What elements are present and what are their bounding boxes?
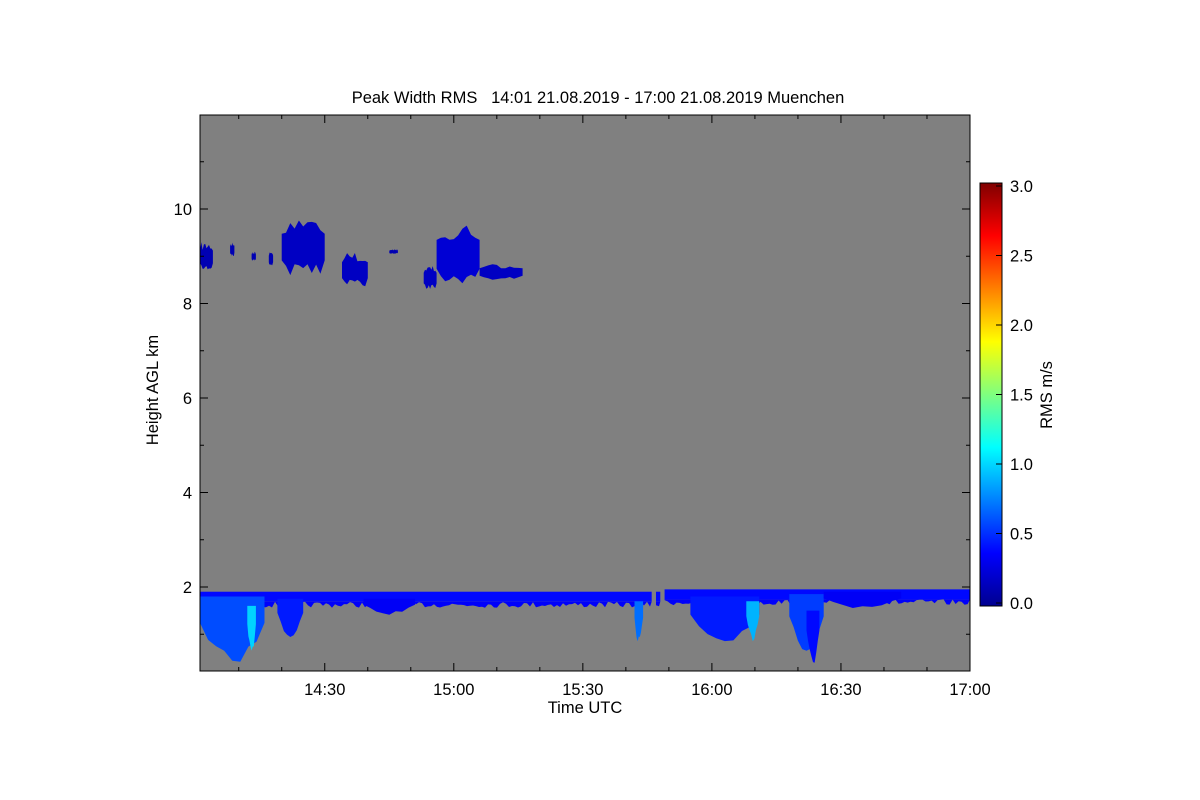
colorbar-tick-label: 3.0 (1010, 178, 1033, 196)
y-tick-label: 2 (183, 579, 192, 597)
colorbar-tick-label: 2.5 (1010, 248, 1033, 266)
x-tick-label: 14:30 (304, 681, 345, 699)
x-tick-label: 16:00 (691, 681, 732, 699)
chart-title: Peak Width RMS 14:01 21.08.2019 - 17:00 … (352, 89, 845, 107)
colorbar-tick-label: 0.5 (1010, 526, 1033, 544)
colorbar-tick-label: 1.5 (1010, 387, 1033, 405)
x-tick-label: 17:00 (949, 681, 990, 699)
x-tick-label: 16:30 (820, 681, 861, 699)
y-tick-labels: 2 4 6 8 10 (174, 201, 192, 597)
x-tick-label: 15:00 (433, 681, 474, 699)
y-axis-label: Height AGL km (144, 335, 162, 445)
colorbar-tick-label: 1.0 (1010, 456, 1033, 474)
y-tick-label: 6 (183, 390, 192, 408)
y-tick-label: 10 (174, 201, 192, 219)
x-tick-labels: 14:30 15:00 15:30 16:00 16:30 17:00 (304, 681, 991, 699)
x-axis-label: Time UTC (548, 699, 623, 717)
y-tick-label: 4 (183, 485, 192, 503)
colorbar-tick-label: 0.0 (1010, 595, 1033, 613)
plot-background (200, 115, 970, 671)
colorbar-tick-label: 2.0 (1010, 317, 1033, 335)
cirrus-cell (268, 252, 274, 266)
boundary-layer-band (655, 591, 661, 602)
x-tick-label: 15:30 (562, 681, 603, 699)
y-tick-label: 8 (183, 296, 192, 314)
cirrus-cell (281, 220, 325, 276)
boundary-layer-band (200, 591, 652, 602)
colorbar-label: RMS m/s (1038, 361, 1056, 429)
chart-figure: Peak Width RMS 14:01 21.08.2019 - 17:00 … (144, 89, 1056, 717)
